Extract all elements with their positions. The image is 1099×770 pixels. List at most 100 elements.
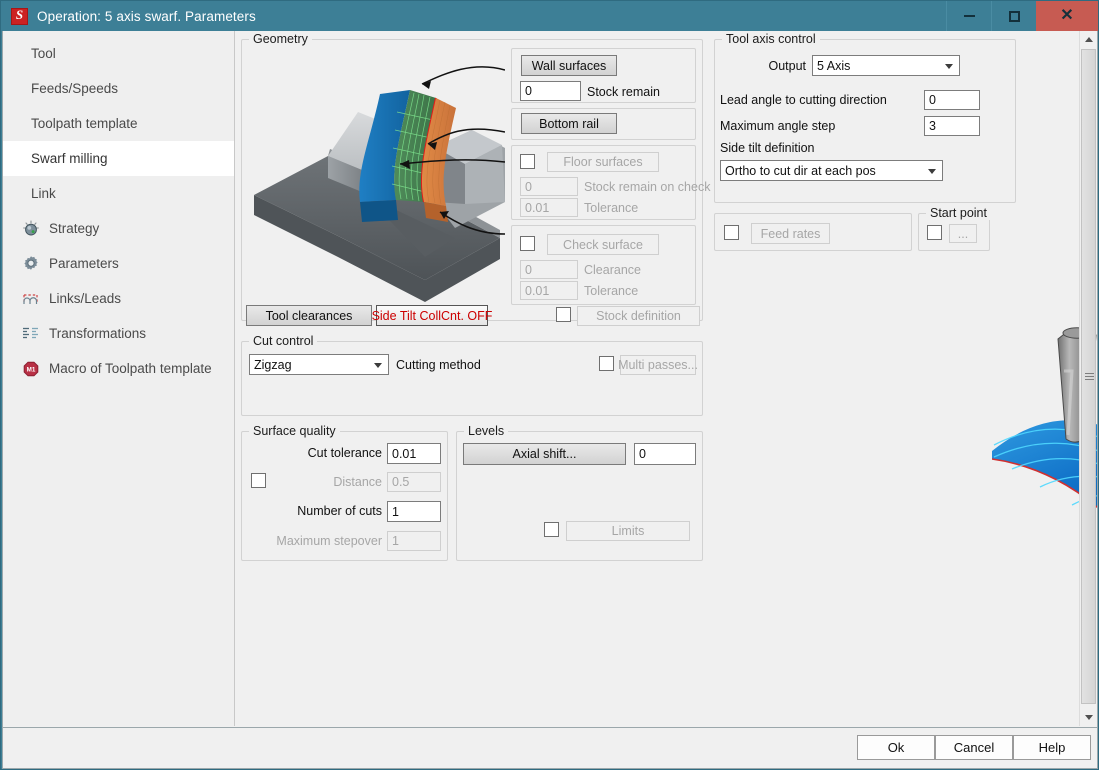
bottom-rail-subgroup: Bottom rail — [511, 108, 696, 140]
geometry-group: Geometry Wall surfaces 0 Stock remain Bo… — [241, 32, 710, 321]
cut-control-group: Cut control Zigzag Cutting method Multi … — [241, 334, 703, 416]
chevron-down-icon — [374, 362, 382, 368]
check-clearance-label: Clearance — [584, 263, 641, 277]
scroll-down-button[interactable] — [1080, 709, 1097, 726]
stock-definition-button[interactable]: Stock definition — [577, 306, 700, 326]
sidebar-item-tool[interactable]: Tool — [3, 36, 234, 71]
ok-button[interactable]: Ok — [857, 735, 935, 760]
sidebar-item-feeds-speeds[interactable]: Feeds/Speeds — [3, 71, 234, 106]
cutting-method-value: Zigzag — [254, 357, 292, 372]
dial-icon — [21, 219, 40, 238]
minimize-button[interactable] — [946, 1, 991, 31]
wall-surfaces-button[interactable]: Wall surfaces — [521, 55, 617, 76]
tool-axis-control-legend: Tool axis control — [722, 32, 820, 46]
sidebar-item-label: Tool — [31, 46, 56, 61]
start-point-browse-button[interactable]: ... — [949, 224, 977, 243]
axial-shift-input[interactable]: 0 — [634, 443, 696, 465]
cutting-method-combo[interactable]: Zigzag — [249, 354, 389, 375]
sidebar-item-toolpath-template[interactable]: Toolpath template — [3, 106, 234, 141]
close-button[interactable]: ✕ — [1036, 1, 1098, 31]
sidebar-item-strategy[interactable]: Strategy — [3, 211, 234, 246]
feed-rates-button[interactable]: Feed rates — [751, 223, 830, 244]
max-angle-step-input[interactable]: 3 — [924, 116, 980, 136]
window-controls: ✕ — [946, 1, 1098, 31]
help-button[interactable]: Help — [1013, 735, 1091, 760]
sidebar-navigation: Tool Feeds/Speeds Toolpath template Swar… — [3, 31, 235, 726]
scrollbar-thumb[interactable] — [1081, 49, 1096, 704]
floor-surfaces-subgroup: Floor surfaces 0 Stock remain on check 0… — [511, 145, 710, 220]
maximum-stepover-label: Maximum stepover — [276, 534, 382, 548]
sidebar-item-swarf-milling[interactable]: Swarf milling — [3, 141, 234, 176]
check-clearance-input: 0 — [520, 260, 578, 279]
sidebar-item-label: Links/Leads — [49, 291, 122, 306]
chevron-down-icon — [945, 63, 953, 69]
check-surface-button[interactable]: Check surface — [547, 234, 659, 255]
surface-quality-legend: Surface quality — [249, 424, 340, 438]
geometry-preview-image — [250, 52, 505, 304]
wall-surfaces-subgroup: Wall surfaces 0 Stock remain — [511, 48, 696, 103]
tool-axis-control-group: Tool axis control Output 5 Axis Lead ang… — [714, 32, 1016, 203]
sidebar-item-label: Parameters — [49, 256, 119, 271]
sidebar-item-links-leads[interactable]: Links/Leads — [3, 281, 234, 316]
title-bar[interactable]: Operation: 5 axis swarf. Parameters ✕ — [1, 1, 1098, 31]
limits-checkbox[interactable] — [544, 522, 559, 537]
stock-remain-label: Stock remain — [587, 84, 660, 99]
multi-passes-button[interactable]: Multi passes... — [618, 355, 698, 375]
sidebar-item-macro-of-toolpath-template[interactable]: M1 Macro of Toolpath template — [3, 351, 234, 386]
levels-group: Levels Axial shift... 0 Limits — [456, 424, 703, 561]
dialog-client-area: Tool Feeds/Speeds Toolpath template Swar… — [2, 31, 1098, 728]
sidebar-item-link[interactable]: Link — [3, 176, 234, 211]
output-label: Output — [768, 59, 806, 73]
check-tolerance-label: Tolerance — [584, 284, 639, 298]
lead-angle-input[interactable]: 0 — [924, 90, 980, 110]
stock-remain-input[interactable]: 0 — [520, 81, 581, 101]
distance-label: Distance — [333, 475, 382, 489]
sidebar-item-label: Feeds/Speeds — [31, 81, 119, 96]
sidebar-item-label: Toolpath template — [31, 116, 138, 131]
stock-definition-checkbox[interactable] — [556, 307, 571, 322]
start-point-legend: Start point — [926, 206, 991, 220]
bottom-rail-button[interactable]: Bottom rail — [521, 113, 617, 134]
vertical-scrollbar[interactable] — [1079, 31, 1097, 726]
maximize-button[interactable] — [991, 1, 1036, 31]
max-angle-step-label: Maximum angle step — [720, 119, 836, 133]
floor-surfaces-checkbox[interactable] — [520, 154, 535, 169]
number-of-cuts-input[interactable]: 1 — [387, 501, 441, 522]
chevron-down-icon — [928, 168, 936, 174]
solidcam-s-icon — [11, 7, 28, 25]
scroll-up-button[interactable] — [1080, 31, 1097, 48]
sidebar-item-parameters[interactable]: Parameters — [3, 246, 234, 281]
list-lines-icon — [21, 324, 40, 343]
svg-text:M1: M1 — [26, 366, 35, 373]
side-tilt-definition-label: Side tilt definition — [720, 141, 815, 155]
limits-button[interactable]: Limits — [566, 521, 690, 541]
gear-icon — [21, 254, 40, 273]
output-combo[interactable]: 5 Axis — [812, 55, 960, 76]
sidebar-item-label: Transformations — [49, 326, 147, 341]
multi-passes-checkbox[interactable] — [599, 356, 614, 371]
minimize-icon — [963, 15, 975, 17]
scroll-up-icon — [1084, 37, 1093, 42]
cut-tolerance-input[interactable]: 0.01 — [387, 443, 441, 464]
floor-surfaces-button[interactable]: Floor surfaces — [547, 152, 659, 172]
geometry-legend: Geometry — [249, 32, 312, 46]
macro-m1-icon: M1 — [21, 359, 40, 378]
side-tilt-collcnt-button[interactable]: Side Tilt CollCnt. OFF — [372, 305, 492, 326]
number-of-cuts-label: Number of cuts — [297, 504, 382, 518]
feed-rates-checkbox[interactable] — [724, 225, 739, 240]
main-panel: Geometry Wall surfaces 0 Stock remain Bo… — [236, 31, 1097, 726]
axial-shift-button[interactable]: Axial shift... — [463, 443, 626, 465]
levels-legend: Levels — [464, 424, 509, 438]
sidebar-item-transformations[interactable]: Transformations — [3, 316, 234, 351]
dialog-footer: Ok Cancel Help — [2, 728, 1098, 769]
dialog-window: Operation: 5 axis swarf. Parameters ✕ To… — [0, 0, 1099, 770]
scrollbar-grip-icon — [1085, 372, 1094, 382]
tool-clearances-button[interactable]: Tool clearances — [246, 305, 372, 326]
cancel-button[interactable]: Cancel — [935, 735, 1013, 760]
side-tilt-definition-combo[interactable]: Ortho to cut dir at each pos — [720, 160, 943, 181]
check-surface-checkbox[interactable] — [520, 236, 535, 251]
start-point-checkbox[interactable] — [927, 225, 942, 240]
maximize-icon — [1008, 10, 1020, 22]
cut-tolerance-label: Cut tolerance — [307, 446, 382, 460]
start-point-group: Start point ... — [918, 206, 991, 251]
